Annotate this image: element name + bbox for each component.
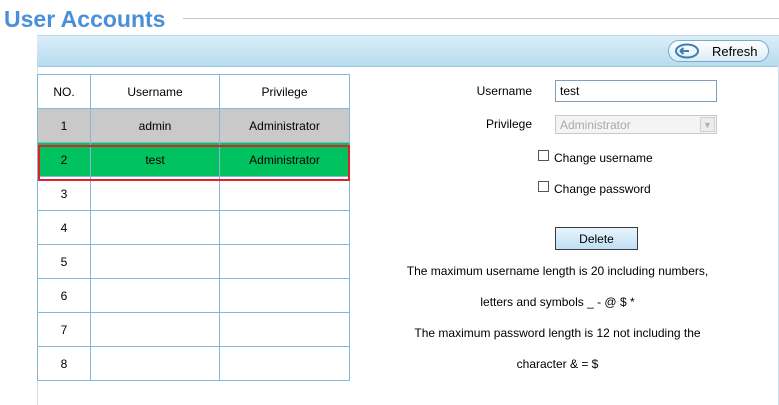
cell-privilege [219, 176, 350, 211]
password-rule-note: The maximum password length is 12 not in… [414, 326, 701, 340]
cell-username [90, 176, 220, 211]
cell-no: 4 [37, 210, 91, 245]
username-input[interactable] [555, 80, 717, 102]
header-privilege: Privilege [219, 74, 350, 109]
table-row[interactable]: 7 [37, 312, 350, 347]
cell-no: 7 [37, 312, 91, 347]
cell-username [90, 244, 220, 279]
privilege-label: Privilege [485, 117, 532, 131]
refresh-icon [675, 43, 699, 59]
cell-no: 6 [37, 278, 91, 313]
cell-no: 8 [37, 346, 91, 381]
page-title: User Accounts [4, 6, 166, 32]
cell-username [90, 346, 220, 381]
refresh-label: Refresh [712, 44, 758, 59]
header-no: NO. [37, 74, 91, 109]
cell-privilege [219, 210, 350, 245]
toolbar: Refresh [37, 35, 779, 67]
username-rule-note: The maximum username length is 20 includ… [406, 264, 709, 278]
username-label: Username [476, 84, 532, 98]
table-row[interactable]: 1 admin Administrator [37, 108, 350, 143]
cell-privilege [219, 244, 350, 279]
delete-button[interactable]: Delete [555, 227, 638, 250]
cell-username [90, 210, 220, 245]
change-username-label[interactable]: Change username [554, 151, 653, 165]
chevron-down-icon: ▼ [700, 117, 715, 132]
cell-username [90, 278, 220, 313]
cell-username: test [90, 142, 220, 177]
privilege-select-value: Administrator [560, 118, 631, 132]
table-row[interactable]: 4 [37, 210, 350, 245]
table-row[interactable]: 5 [37, 244, 350, 279]
cell-privilege [219, 346, 350, 381]
cell-no: 5 [37, 244, 91, 279]
cell-privilege: Administrator [219, 142, 350, 177]
change-password-checkbox[interactable] [538, 181, 549, 192]
password-rule-note-cont: character & = $ [516, 357, 599, 371]
cell-username [90, 312, 220, 347]
table-row[interactable]: 3 [37, 176, 350, 211]
user-accounts-table: NO. Username Privilege 1 admin Administr… [37, 74, 350, 381]
change-password-label[interactable]: Change password [554, 182, 651, 196]
cell-no: 2 [37, 142, 91, 177]
cell-privilege [219, 312, 350, 347]
privilege-select[interactable]: Administrator ▼ [555, 115, 717, 134]
username-rule-note-cont: letters and symbols _ - @ $ * [480, 295, 635, 309]
cell-privilege [219, 278, 350, 313]
table-row-selected[interactable]: 2 test Administrator [37, 142, 350, 177]
title-divider [183, 18, 779, 19]
cell-privilege: Administrator [219, 108, 350, 143]
cell-no: 1 [37, 108, 91, 143]
table-header-row: NO. Username Privilege [37, 74, 350, 109]
change-username-checkbox[interactable] [538, 150, 549, 161]
cell-no: 3 [37, 176, 91, 211]
header-username: Username [90, 74, 220, 109]
refresh-button[interactable]: Refresh [668, 40, 769, 62]
table-row[interactable]: 8 [37, 346, 350, 381]
cell-username: admin [90, 108, 220, 143]
table-row[interactable]: 6 [37, 278, 350, 313]
